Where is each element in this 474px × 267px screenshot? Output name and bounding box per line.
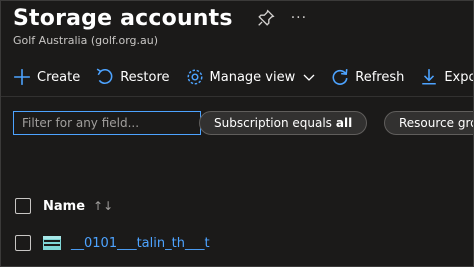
create-label: Create (37, 69, 81, 85)
header: Storage accounts ··· (13, 3, 307, 33)
refresh-label: Refresh (355, 69, 405, 85)
row-checkbox[interactable] (15, 235, 31, 251)
restore-label: Restore (120, 69, 170, 85)
grid-header: Name ↑↓ (15, 196, 113, 216)
sort-icon[interactable]: ↑↓ (93, 199, 113, 213)
plus-icon (14, 69, 30, 85)
storage-account-link[interactable]: __0101___talin_th___t (71, 236, 210, 251)
page-title: Storage accounts (13, 5, 233, 31)
filter-input[interactable] (13, 111, 201, 135)
chevron-down-icon (303, 74, 315, 81)
resource-group-filter-pill[interactable]: Resource gro (384, 111, 474, 135)
directory-subtitle: Golf Australia (golf.org.au) (13, 34, 159, 47)
storage-account-icon (43, 236, 61, 250)
command-bar: Create Restore Manage view Refresh Expo (13, 65, 474, 89)
toolbar-divider (1, 96, 473, 97)
blade: Storage accounts ··· Golf Australia (gol… (0, 0, 474, 267)
manage-view-label: Manage view (209, 69, 296, 85)
export-label: Expo (444, 69, 474, 85)
column-header-name[interactable]: Name (43, 199, 85, 214)
restore-button[interactable]: Restore (96, 68, 170, 86)
subscription-filter-pill[interactable]: Subscription equals all (199, 111, 368, 135)
export-button[interactable]: Expo (420, 68, 474, 86)
more-options-icon[interactable]: ··· (291, 10, 307, 26)
refresh-button[interactable]: Refresh (331, 68, 404, 86)
pin-icon[interactable] (257, 9, 275, 27)
table-row: __0101___talin_th___t (15, 233, 210, 253)
gear-icon (187, 69, 203, 85)
create-button[interactable]: Create (13, 68, 80, 86)
select-all-checkbox[interactable] (15, 198, 31, 214)
resource-group-pill-label: Resource gro (399, 116, 474, 130)
refresh-icon (332, 69, 348, 85)
storage-account-name: __0101___talin_th___t (71, 235, 210, 251)
subscription-pill-value: all (335, 116, 353, 130)
restore-icon (96, 68, 113, 85)
download-icon (422, 69, 437, 85)
manage-view-button[interactable]: Manage view (186, 68, 316, 86)
subscription-pill-label: Subscription equals (214, 116, 332, 130)
